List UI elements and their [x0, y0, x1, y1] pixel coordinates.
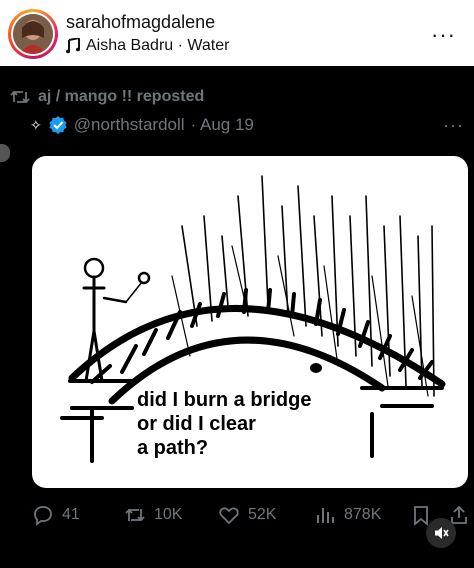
tweet-actions: 41 10K 52K 878K	[0, 504, 474, 534]
views-icon	[317, 508, 334, 523]
mute-icon	[435, 527, 449, 539]
tweet-handle[interactable]: @northstardoll	[74, 115, 185, 135]
caption-line: a path?	[137, 437, 209, 459]
avatar	[13, 14, 53, 54]
tweet-author[interactable]: ✧ @northstardoll · Aug 19	[30, 115, 254, 135]
music-attribution[interactable]: Aisha Badru · Water	[66, 37, 229, 55]
reply-icon	[34, 506, 52, 526]
repost-icon	[10, 90, 30, 104]
tweet-avatar[interactable]	[0, 144, 10, 162]
username-link[interactable]: sarahofmagdalene	[66, 12, 215, 33]
like-count: 52K	[248, 506, 277, 523]
reply-button[interactable]: 41	[32, 504, 80, 526]
repost-count: 10K	[154, 506, 183, 523]
repost-button[interactable]: 10K	[124, 504, 182, 526]
repost-indicator: aj / mango !! reposted	[10, 88, 204, 106]
verified-badge-icon	[49, 116, 67, 134]
music-note-icon	[66, 38, 80, 54]
like-button[interactable]: 52K	[218, 504, 276, 526]
post-header: sarahofmagdalene Aisha Badru · Water ···	[0, 0, 474, 66]
sparkle-icon: ✧	[30, 116, 42, 133]
mute-toggle[interactable]	[426, 518, 456, 548]
tweet-more-button[interactable]: ···	[443, 115, 464, 136]
image-caption: did I burn a bridge or did I clear a pat…	[137, 388, 377, 460]
repost-icon	[125, 508, 145, 522]
tweet-card[interactable]: aj / mango !! reposted ✧ @northstardoll …	[0, 66, 474, 568]
tweet-date: · Aug 19	[190, 115, 254, 134]
post-options-button[interactable]: ···	[431, 22, 456, 48]
tweet-image[interactable]: did I burn a bridge or did I clear a pat…	[32, 156, 468, 488]
caption-line: did I burn a bridge	[137, 389, 312, 411]
repost-text: aj / mango !! reposted	[38, 88, 205, 105]
music-label: Aisha Badru · Water	[86, 37, 230, 54]
heart-icon	[219, 507, 239, 525]
story-avatar[interactable]	[8, 9, 58, 59]
views-button[interactable]: 878K	[314, 504, 381, 526]
views-count: 878K	[344, 506, 382, 523]
reply-count: 41	[62, 506, 80, 523]
caption-line: or did I clear	[137, 413, 256, 435]
